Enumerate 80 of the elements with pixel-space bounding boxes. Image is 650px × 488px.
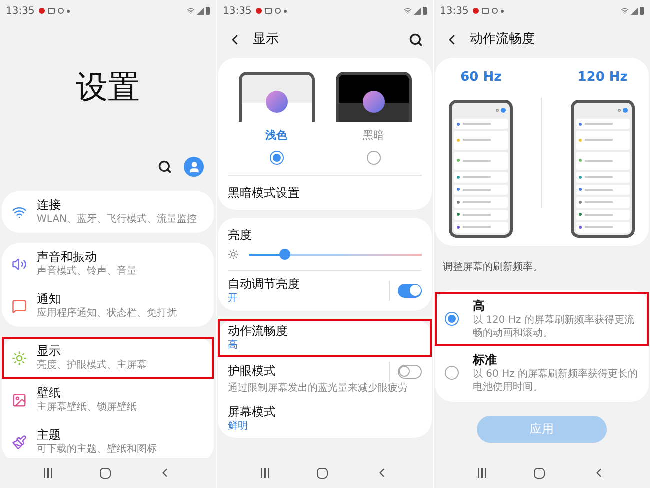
settings-item[interactable]: 通知 应用程序通知、状态栏、免打扰 [2, 285, 214, 327]
status-time: 13:35 [440, 4, 469, 18]
settings-item[interactable]: 动作流畅度 高 [218, 318, 432, 356]
setting-description: 通过限制屏幕发出的蓝光量来减少眼疲劳 [228, 382, 409, 394]
theme-preview-drawing[interactable] [238, 72, 314, 122]
hint-text: 调整屏幕的刷新频率。 [443, 260, 543, 275]
notification-icons-drawing [256, 8, 287, 14]
setting-value: 高 [228, 338, 239, 352]
option-title: 高 [473, 298, 486, 314]
rate-label: 60 Hz [460, 69, 502, 87]
toggle-switch[interactable] [398, 364, 422, 378]
page-title: 设置 [76, 67, 140, 108]
speaker-icon [12, 256, 27, 272]
option-item[interactable]: 高 以 120 Hz 的屏幕刷新频率获得更流畅的动画和滚动。 [435, 292, 649, 346]
notification-icons-drawing [472, 8, 504, 14]
notification-icons-drawing [38, 8, 70, 14]
brightness-slider[interactable] [249, 248, 422, 260]
home-icon[interactable] [100, 468, 111, 478]
home-icon[interactable] [534, 468, 545, 478]
status-time: 13:35 [6, 4, 35, 18]
rate-label: 120 Hz [578, 69, 628, 87]
item-title: 主题 [37, 428, 62, 443]
item-title: 声音和振动 [37, 250, 98, 265]
theme-label: 黑暗 [362, 128, 384, 144]
settings-item[interactable]: 连接 WLAN、蓝牙、飞行模式、流量监控 [2, 191, 214, 233]
radio-button[interactable] [445, 366, 459, 380]
home-icon[interactable] [316, 468, 328, 478]
setting-value: 开 [228, 292, 239, 304]
setting-title: 护眼模式 [228, 364, 276, 379]
radio-button[interactable] [445, 312, 459, 326]
radio-button[interactable] [366, 150, 380, 164]
item-title: 壁纸 [37, 386, 62, 401]
option-description: 以 60 Hz 的屏幕刷新频率获得更长的电池使用时间。 [473, 368, 639, 394]
setting-title: 自动调节亮度 [228, 276, 300, 292]
setting-title: 屏幕模式 [228, 404, 276, 420]
dark-mode-settings-link[interactable]: 黑暗模式设置 [228, 184, 300, 202]
item-subtitle: 主屏幕壁纸、锁屏壁纸 [37, 401, 137, 414]
picture-icon [12, 392, 27, 408]
option-title: 标准 [473, 352, 498, 368]
item-subtitle: 声音模式、铃声、音量 [37, 265, 137, 278]
item-title: 通知 [37, 292, 62, 307]
sun-icon [12, 350, 27, 366]
page-title: 动作流畅度 [470, 31, 535, 50]
status-time: 13:35 [223, 4, 252, 18]
option-item[interactable]: 标准 以 60 Hz 的屏幕刷新频率获得更长的电池使用时间。 [435, 346, 649, 400]
wifi-icon [12, 204, 27, 220]
settings-item[interactable]: 屏幕模式 鲜明 [218, 400, 432, 438]
signal-battery-icon [404, 7, 427, 15]
notification-icon [12, 298, 27, 314]
signal-battery-icon [621, 7, 644, 15]
option-description: 以 120 Hz 的屏幕刷新频率获得更流畅的动画和滚动。 [473, 314, 636, 340]
theme-preview-drawing[interactable] [336, 72, 412, 122]
recent-apps-icon[interactable] [478, 468, 486, 478]
search-icon[interactable] [158, 160, 172, 174]
settings-item[interactable]: 声音和振动 声音模式、铃声、音量 [2, 243, 214, 285]
brush-icon [12, 434, 27, 450]
item-subtitle: WLAN、蓝牙、飞行模式、流量监控 [37, 213, 198, 226]
settings-item[interactable]: 主题 可下载的主题、壁纸和图标 [2, 421, 214, 458]
recent-apps-icon[interactable] [260, 468, 270, 478]
search-icon[interactable] [409, 33, 423, 47]
brightness-label: 亮度 [228, 226, 253, 244]
recent-apps-icon[interactable] [44, 468, 52, 478]
item-subtitle: 可下载的主题、壁纸和图标 [37, 443, 157, 456]
theme-label: 浅色 [266, 128, 288, 144]
signal-battery-icon [187, 7, 210, 15]
profile-icon[interactable] [184, 157, 204, 177]
slider-thumb[interactable] [280, 249, 291, 260]
item-subtitle: 应用程序通知、状态栏、免打扰 [37, 307, 177, 320]
brightness-icon [228, 249, 239, 260]
setting-title: 动作流畅度 [228, 324, 288, 338]
item-title: 显示 [37, 344, 62, 359]
radio-button[interactable] [270, 150, 284, 164]
item-title: 连接 [37, 198, 62, 213]
settings-item[interactable]: 护眼模式 通过限制屏幕发出的蓝光量来减少眼疲劳 [218, 356, 432, 400]
toggle-switch[interactable] [398, 284, 422, 298]
item-subtitle: 亮度、护眼模式、主屏幕 [37, 359, 147, 372]
settings-item[interactable]: 壁纸 主屏幕壁纸、锁屏壁纸 [2, 379, 214, 421]
setting-value: 鲜明 [228, 420, 249, 432]
page-title: 显示 [253, 31, 279, 50]
settings-item[interactable]: 显示 亮度、护眼模式、主屏幕 [2, 337, 214, 379]
